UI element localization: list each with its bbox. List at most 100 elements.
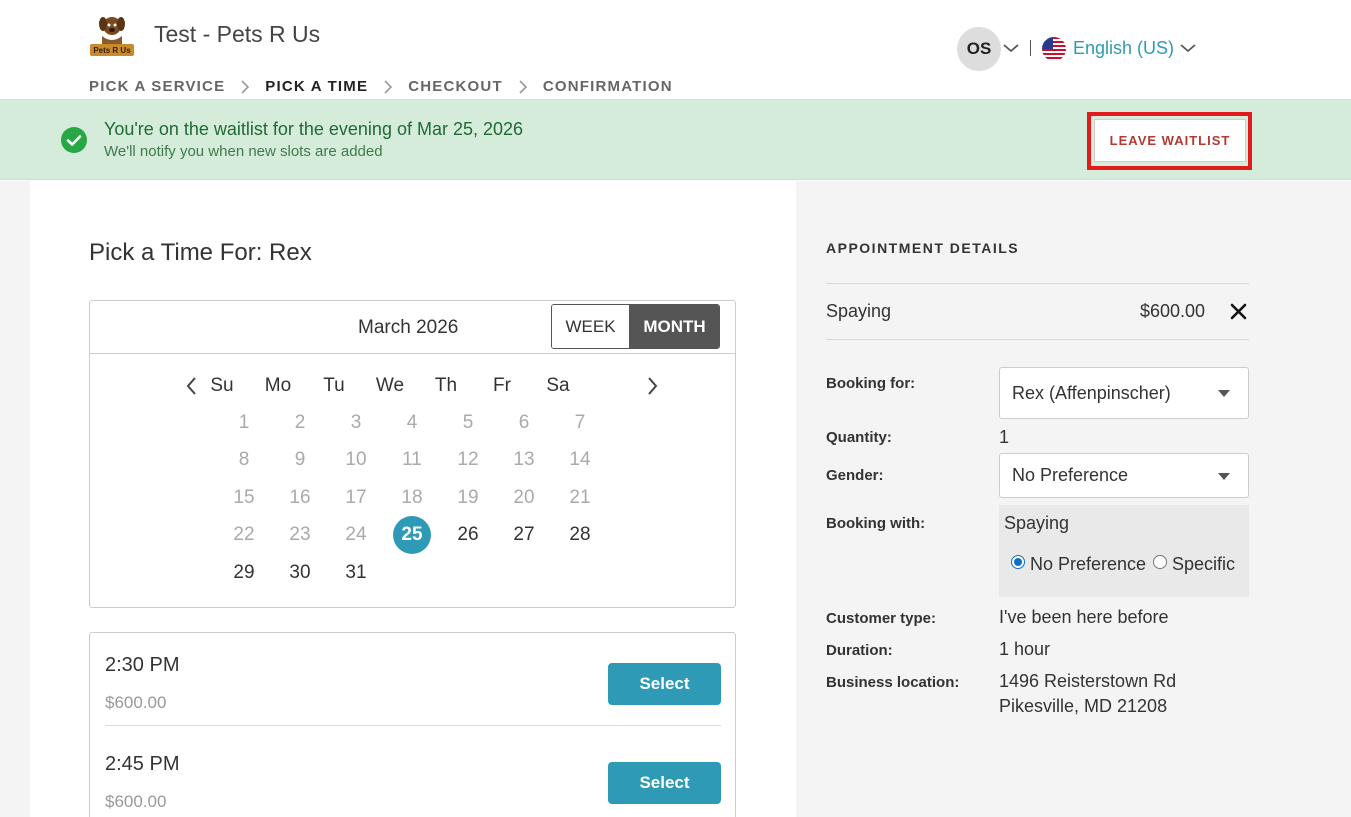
weekday-header: We xyxy=(375,375,405,396)
calendar-day: 5 xyxy=(462,412,474,433)
weekday-header: Sa xyxy=(546,375,570,396)
booking-for-select[interactable]: Rex (Affenpinscher) xyxy=(999,367,1249,419)
calendar-day[interactable]: 31 xyxy=(337,554,375,592)
no-preference-radio[interactable] xyxy=(1011,555,1025,569)
specific-label[interactable]: Specific xyxy=(1172,554,1235,575)
calendar-day: 6 xyxy=(518,412,530,433)
slot-time: 2:30 PM xyxy=(105,654,180,676)
caret-down-icon xyxy=(1218,390,1230,397)
calendar-day: 11 xyxy=(402,449,422,470)
close-icon[interactable] xyxy=(1230,303,1247,320)
calendar-day: 1 xyxy=(238,412,250,433)
calendar-header: March 2026 WEEK MONTH xyxy=(90,301,735,354)
page-title: Pick a Time For: Rex xyxy=(89,239,312,266)
booking-with-service: Spaying xyxy=(1004,513,1070,533)
business-logo[interactable]: Pets R Us xyxy=(88,10,136,58)
calendar-day: 21 xyxy=(569,487,591,508)
month-view-button[interactable]: MONTH xyxy=(630,305,719,348)
waitlist-banner: You're on the waitlist for the evening o… xyxy=(0,100,1351,180)
appointment-details-title: APPOINTMENT DETAILS xyxy=(826,240,1020,256)
select-slot-button[interactable]: Select xyxy=(608,663,721,705)
chevron-right-icon xyxy=(225,79,265,94)
calendar-day: 20 xyxy=(513,487,535,508)
calendar-day-selected[interactable]: 25 xyxy=(393,516,431,554)
slot-divider xyxy=(105,725,721,726)
no-preference-label[interactable]: No Preference xyxy=(1030,554,1146,575)
booking-with-box: Spaying No Preference Specific xyxy=(999,505,1249,597)
gender-value: No Preference xyxy=(1012,465,1129,485)
service-name: Spaying xyxy=(826,301,892,321)
calendar-day: 14 xyxy=(569,449,591,470)
step-checkout: CHECKOUT xyxy=(408,78,503,95)
customer-type-label: Customer type: xyxy=(826,610,937,627)
chevron-down-icon[interactable] xyxy=(1180,42,1196,54)
quantity-value: 1 xyxy=(999,427,1010,447)
step-confirmation: CONFIRMATION xyxy=(542,78,673,95)
specific-radio[interactable] xyxy=(1153,555,1167,569)
calendar-day: 8 xyxy=(238,449,250,470)
calendar-month-label: March 2026 xyxy=(358,317,459,338)
time-slots-list: 2:30 PM $600.00 Select 2:45 PM $600.00 S… xyxy=(89,632,736,817)
step-pick-a-service[interactable]: PICK A SERVICE xyxy=(89,78,225,95)
calendar-day: 9 xyxy=(294,449,306,470)
calendar-day[interactable]: 26 xyxy=(449,516,487,554)
slot-price: $600.00 xyxy=(105,693,167,712)
calendar-day: 3 xyxy=(350,412,362,433)
booking-for-label: Booking for: xyxy=(826,375,916,392)
calendar-day: 23 xyxy=(289,524,311,545)
quantity-label: Quantity: xyxy=(826,429,892,446)
calendar-day: 22 xyxy=(233,524,255,545)
slot-time: 2:45 PM xyxy=(105,753,180,775)
service-price: $600.00 xyxy=(1140,301,1206,321)
gender-select[interactable]: No Preference xyxy=(999,453,1249,498)
weekday-header: Tu xyxy=(323,375,345,396)
calendar-day: 12 xyxy=(457,449,479,470)
chevron-right-icon xyxy=(503,79,543,94)
chevron-right-icon xyxy=(368,79,408,94)
week-view-button[interactable]: WEEK xyxy=(552,305,630,348)
calendar-day: 2 xyxy=(294,412,306,433)
chevron-down-icon[interactable] xyxy=(1003,42,1019,54)
business-name: Test - Pets R Us xyxy=(154,21,321,47)
view-toggle: WEEK MONTH xyxy=(551,304,720,349)
booking-with-label: Booking with: xyxy=(826,515,926,532)
booking-for-value: Rex (Affenpinscher) xyxy=(1012,382,1171,403)
calendar-day: 16 xyxy=(289,487,311,508)
check-circle-icon xyxy=(61,127,87,153)
duration-label: Duration: xyxy=(826,642,893,659)
calendar-day[interactable]: 30 xyxy=(281,554,319,592)
business-location-line2: Pikesville, MD 21208 xyxy=(999,696,1168,716)
weekday-header: Th xyxy=(434,375,458,396)
calendar-day: 17 xyxy=(345,487,367,508)
customer-type-value: I've been here before xyxy=(999,607,1169,627)
header: Pets R Us Test - Pets R Us PICK A SERVIC… xyxy=(0,0,1351,100)
calendar-day: 10 xyxy=(345,449,367,470)
slot-price: $600.00 xyxy=(105,792,167,811)
select-slot-button[interactable]: Select xyxy=(608,762,721,804)
calendar-day[interactable]: 28 xyxy=(561,516,599,554)
language-selector[interactable]: English (US) xyxy=(1073,38,1174,59)
us-flag-icon[interactable] xyxy=(1042,37,1066,61)
calendar-day[interactable]: 29 xyxy=(225,554,263,592)
step-pick-a-time: PICK A TIME xyxy=(265,78,369,95)
leave-waitlist-button[interactable]: LEAVE WAITLIST xyxy=(1094,119,1246,162)
booking-steps-breadcrumb: PICK A SERVICE PICK A TIME CHECKOUT CONF… xyxy=(89,78,673,95)
calendar-day: 7 xyxy=(574,412,586,433)
caret-down-icon xyxy=(1218,472,1230,480)
duration-value: 1 hour xyxy=(999,639,1051,659)
waitlist-message: You're on the waitlist for the evening o… xyxy=(104,119,524,139)
business-location-line1: 1496 Reisterstown Rd xyxy=(999,671,1177,691)
calendar-day: 19 xyxy=(457,487,479,508)
calendar-day: 15 xyxy=(233,487,255,508)
chevron-right-icon[interactable] xyxy=(645,376,659,396)
gender-label: Gender: xyxy=(826,467,884,484)
weekday-header: Su xyxy=(210,375,234,396)
weekday-header: Mo xyxy=(264,375,292,396)
divider xyxy=(826,283,1249,284)
weekday-header: Fr xyxy=(493,375,511,396)
waitlist-subtext: We'll notify you when new slots are adde… xyxy=(104,143,383,160)
business-location-label: Business location: xyxy=(826,674,960,691)
calendar-day: 18 xyxy=(401,487,423,508)
calendar-day[interactable]: 27 xyxy=(505,516,543,554)
user-avatar[interactable]: OS xyxy=(957,27,1001,71)
